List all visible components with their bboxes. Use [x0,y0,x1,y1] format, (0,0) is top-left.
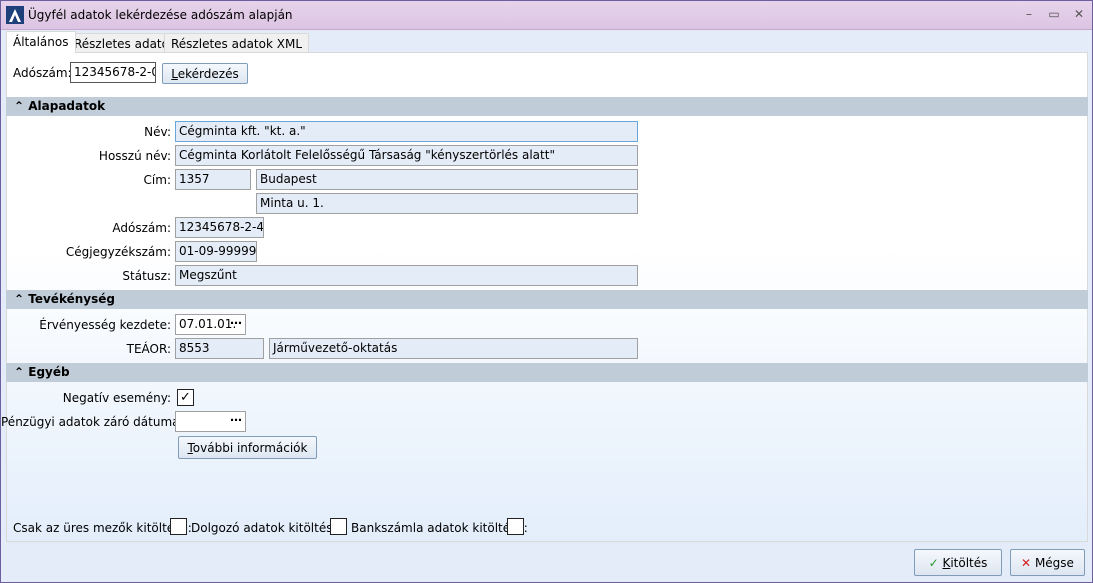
bank-checkbox[interactable] [507,518,524,535]
address-label: Cím: [143,173,171,187]
long-name-label: Hosszú név: [98,149,171,163]
employee-label: Dolgozó adatok kitöltése: [191,521,344,535]
street-field[interactable]: Minta u. 1. [256,193,638,214]
button-label: ovábbi információk [192,441,308,455]
chevron-up-icon: ⌃ [14,292,25,306]
button-label: ekérdezés [177,67,239,81]
name-label: Név: [144,125,171,139]
fin-close-date-label: Pénzügyi adatok záró dátuma: [1,415,184,429]
tax-field[interactable]: 12345678-2-43 [175,217,264,238]
city-field[interactable]: Budapest [256,169,638,190]
valid-from-label: Érvényesség kezdete: [39,318,171,332]
tab-general[interactable]: Általános [6,31,76,53]
name-field[interactable]: Cégminta kft. "kt. a." [175,121,638,142]
check-icon: ✓ [928,556,939,570]
x-icon: ✕ [1021,556,1032,570]
tab-detailed-xml[interactable]: Részletes adatok XML [164,33,309,53]
zip-field[interactable]: 1357 [175,169,251,190]
query-tax-label: Adószám: [13,66,72,80]
reg-label: Cégjegyzékszám: [65,245,171,259]
dialog-window: Ügyfél adatok lekérdezése adószám alapjá… [0,0,1093,583]
more-info-button[interactable]: További információk [178,436,317,459]
negative-event-checkbox[interactable]: ✓ [177,389,194,406]
fill-button[interactable]: ✓ Kitöltés [914,549,1002,576]
chevron-up-icon: ⌃ [14,365,25,379]
valid-from-field[interactable]: 07.01.01. ⋯ [175,314,246,335]
section-activity-header[interactable]: ⌃ Tevékénység [6,290,1088,309]
ellipsis-icon[interactable]: ⋯ [230,413,242,427]
section-other-header[interactable]: ⌃ Egyéb [6,363,1088,382]
tax-label: Adószám: [112,221,171,235]
window-title: Ügyfél adatok lekérdezése adószám alapjá… [28,8,293,22]
app-logo-icon [6,6,24,24]
title-bar: Ügyfél adatok lekérdezése adószám alapjá… [1,1,1092,30]
section-title: Egyéb [28,365,70,379]
cancel-button[interactable]: ✕ Mégse [1010,549,1085,576]
section-title: Alapadatok [28,99,106,113]
empty-only-checkbox[interactable] [170,518,187,535]
employee-checkbox[interactable] [330,518,347,535]
status-field[interactable]: Megszűnt [175,265,638,286]
bank-label: Bankszámla adatok kitöltése: [351,521,528,535]
minimize-button[interactable]: – [1020,7,1038,23]
check-icon: ✓ [180,390,191,405]
button-label: itöltés [950,556,988,570]
button-label: Mégse [1034,556,1074,570]
teaor-name-field[interactable]: Járművezető-oktatás [269,338,638,359]
date-value: 07.01.01. [179,317,237,331]
ellipsis-icon[interactable]: ⋯ [230,316,242,330]
section-basic-header[interactable]: ⌃ Alapadatok [6,97,1088,116]
query-button[interactable]: Lekérdezés [162,63,248,84]
negative-event-label: Negatív esemény: [62,391,171,405]
reg-number-field[interactable]: 01-09-999999 [175,241,257,262]
maximize-button[interactable]: ▭ [1045,7,1063,23]
empty-only-label: Csak az üres mezők kitöltése: [13,521,192,535]
long-name-field[interactable]: Cégminta Korlátolt Felelősségű Társaság … [175,145,638,166]
query-tax-input[interactable]: 12345678-2-02 [70,62,156,83]
section-title: Tevékénység [28,292,115,306]
status-label: Státusz: [122,269,171,283]
close-button[interactable]: ✕ [1070,7,1088,23]
chevron-up-icon: ⌃ [14,99,25,113]
teaor-code-field[interactable]: 8553 [175,338,264,359]
teaor-label: TEÁOR: [126,342,171,356]
fin-close-date-field[interactable]: ⋯ [175,411,246,432]
